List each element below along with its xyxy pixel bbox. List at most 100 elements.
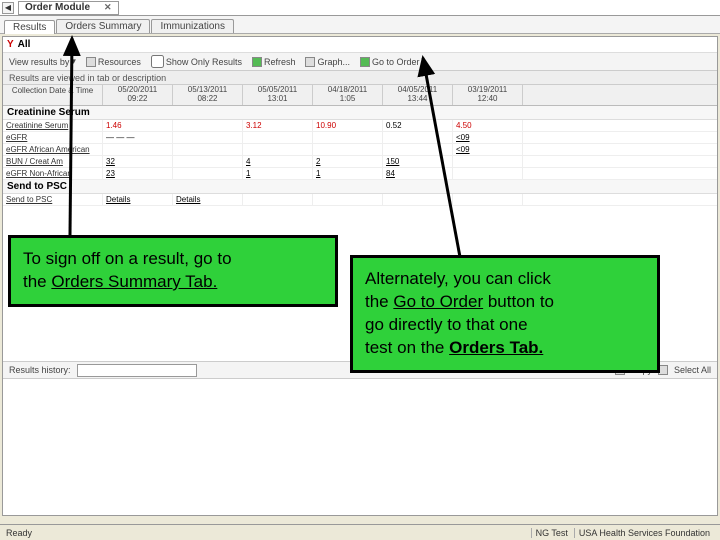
row-label: eGFR xyxy=(3,132,103,143)
resources-icon xyxy=(86,57,96,67)
results-subheader: Results are viewed in tab or description xyxy=(3,71,717,85)
filter-row: Y All xyxy=(3,37,717,53)
cell[interactable]: 10.90 xyxy=(313,120,383,131)
row-label: eGFR African American xyxy=(3,144,103,155)
go-to-order-label: Go to Order xyxy=(372,57,420,67)
callout2-l4a: test on the xyxy=(365,338,449,357)
filter-flag-icon[interactable]: Y xyxy=(7,39,14,50)
callout-orders-summary: To sign off on a result, go to the Order… xyxy=(8,235,338,307)
show-only-results[interactable]: Show Only Results xyxy=(151,55,242,68)
cell xyxy=(173,144,243,155)
main-tab-strip: Results Orders Summary Immunizations xyxy=(0,16,720,34)
close-icon[interactable]: ✕ xyxy=(104,2,112,13)
cell[interactable]: 4 xyxy=(243,156,313,167)
tab-orders-summary[interactable]: Orders Summary xyxy=(56,19,150,33)
cell[interactable]: 2 xyxy=(313,156,383,167)
status-left: Ready xyxy=(6,528,32,538)
cell xyxy=(173,168,243,179)
cell xyxy=(383,144,453,155)
cell[interactable]: 0.52 xyxy=(383,120,453,131)
callout-go-to-order: Alternately, you can click the Go to Ord… xyxy=(350,255,660,373)
callout2-line1: Alternately, you can click xyxy=(365,269,551,288)
col-3[interactable]: 04/18/20111:05 xyxy=(313,85,383,105)
cell xyxy=(453,156,523,167)
cell[interactable]: 1 xyxy=(243,168,313,179)
row-label: BUN / Creat Am xyxy=(3,156,103,167)
cell[interactable]: — — — xyxy=(103,132,173,143)
table-row[interactable]: eGFR African American <09 xyxy=(3,144,717,156)
cell xyxy=(243,194,313,205)
callout1-line2a: the xyxy=(23,272,51,291)
cell xyxy=(173,156,243,167)
nav-back-icon[interactable]: ◀ xyxy=(2,2,14,14)
results-toolbar: View results by ▾ Resources Show Only Re… xyxy=(3,53,717,71)
history-panel xyxy=(3,379,717,515)
cell xyxy=(173,132,243,143)
cell xyxy=(243,132,313,143)
callout1-line1: To sign off on a result, go to xyxy=(23,249,232,268)
cell[interactable]: 150 xyxy=(383,156,453,167)
table-row[interactable]: Creatinine Serum1.46 3.1210.900.524.50 xyxy=(3,120,717,132)
col-4[interactable]: 04/05/201113:44 xyxy=(383,85,453,105)
callout2-l2c: button to xyxy=(483,292,554,311)
cell[interactable]: 1 xyxy=(313,168,383,179)
tab-immunizations[interactable]: Immunizations xyxy=(151,19,233,33)
history-label: Results history: xyxy=(9,365,71,375)
callout2-line3: go directly to that one xyxy=(365,315,528,334)
callout2-l2b: Go to Order xyxy=(393,292,483,311)
cell[interactable]: 32 xyxy=(103,156,173,167)
cell[interactable]: <09 xyxy=(453,144,523,155)
status-org: USA Health Services Foundation xyxy=(574,528,714,538)
cell[interactable]: 84 xyxy=(383,168,453,179)
cell xyxy=(243,144,313,155)
row-label: Send to PSC xyxy=(3,194,103,205)
show-only-label: Show Only Results xyxy=(166,57,242,67)
table-row[interactable]: eGFR— — — <09 xyxy=(3,132,717,144)
row-label: Creatinine Serum xyxy=(3,120,103,131)
resources-button[interactable]: Resources xyxy=(86,57,141,67)
cell[interactable]: 1.46 xyxy=(103,120,173,131)
go-to-order-button[interactable]: Go to Order xyxy=(360,57,420,67)
callout2-l2a: the xyxy=(365,292,393,311)
refresh-label: Refresh xyxy=(264,57,296,67)
view-results-label: View results by xyxy=(9,57,69,67)
cell[interactable]: 23 xyxy=(103,168,173,179)
cell xyxy=(453,168,523,179)
table-row[interactable]: eGFR Non-African231184 xyxy=(3,168,717,180)
table-row[interactable]: Send to PSCDetailsDetails xyxy=(3,194,717,206)
cell xyxy=(313,194,383,205)
show-only-checkbox[interactable] xyxy=(151,55,164,68)
cell[interactable]: Details xyxy=(103,194,173,205)
select-all-button[interactable]: Select All xyxy=(674,365,711,375)
refresh-icon xyxy=(252,57,262,67)
filter-all-label: All xyxy=(18,39,31,50)
cell xyxy=(103,144,173,155)
cell[interactable]: <09 xyxy=(453,132,523,143)
module-title-tab[interactable]: Order Module ✕ xyxy=(18,1,119,15)
go-to-order-icon xyxy=(360,57,370,67)
col-5[interactable]: 03/19/201112:40 xyxy=(453,85,523,105)
tab-results[interactable]: Results xyxy=(4,20,55,34)
row-label: eGFR Non-African xyxy=(3,168,103,179)
cell xyxy=(313,144,383,155)
cell[interactable]: 3.12 xyxy=(243,120,313,131)
module-title: Order Module xyxy=(25,2,90,13)
callout1-line2b: Orders Summary Tab. xyxy=(51,272,217,291)
cell xyxy=(383,132,453,143)
grid-corner: Collection Date & Time xyxy=(3,85,103,105)
table-row[interactable]: BUN / Creat Am32 42150 xyxy=(3,156,717,168)
status-bar: Ready NG Test USA Health Services Founda… xyxy=(0,524,720,540)
history-select[interactable] xyxy=(77,364,197,377)
col-1[interactable]: 05/13/201108:22 xyxy=(173,85,243,105)
col-2[interactable]: 05/05/201113:01 xyxy=(243,85,313,105)
cell[interactable]: 4.50 xyxy=(453,120,523,131)
graph-button[interactable]: Graph... xyxy=(305,57,350,67)
grid-section-header: Send to PSC xyxy=(3,180,717,194)
graph-label: Graph... xyxy=(317,57,350,67)
cell[interactable]: Details xyxy=(173,194,243,205)
refresh-button[interactable]: Refresh xyxy=(252,57,296,67)
col-0[interactable]: 05/20/201109:22 xyxy=(103,85,173,105)
cell xyxy=(313,132,383,143)
view-results-by[interactable]: View results by ▾ xyxy=(9,56,76,67)
results-grid: Collection Date & Time 05/20/201109:22 0… xyxy=(3,85,717,225)
